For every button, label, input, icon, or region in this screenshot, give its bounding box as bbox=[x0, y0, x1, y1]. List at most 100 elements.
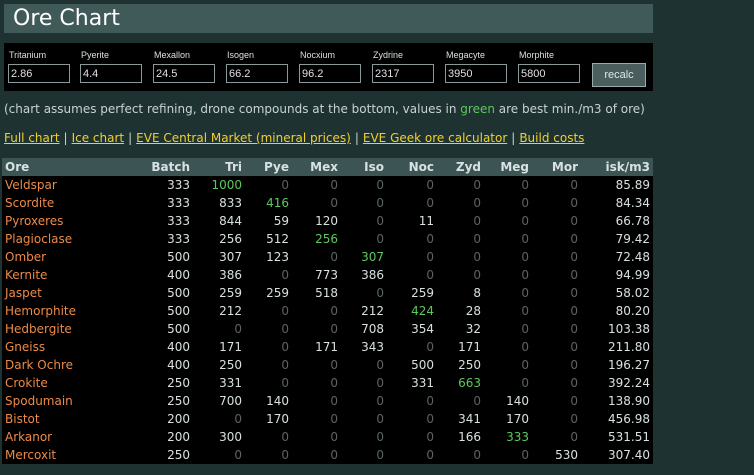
table-cell: 0 bbox=[376, 196, 384, 210]
table-cell: 0 bbox=[570, 358, 578, 372]
price-label: Pyerite bbox=[81, 50, 110, 60]
table-row: Crokite 250 331 0 0 0 331 663 0 0 392.24 bbox=[2, 374, 653, 392]
table-cell: 500 bbox=[167, 250, 190, 264]
table-cell: 0 bbox=[234, 412, 242, 426]
mexallon-price-input[interactable] bbox=[153, 64, 215, 83]
price-field-megacyte: Megacyte bbox=[445, 49, 507, 83]
table-cell: 333 bbox=[167, 178, 190, 192]
ore-name: Hedbergite bbox=[5, 322, 72, 336]
ore-name: Crokite bbox=[5, 376, 48, 390]
table-cell: 0 bbox=[570, 412, 578, 426]
table-cell: 518 bbox=[315, 286, 338, 300]
table-cell: 8 bbox=[473, 286, 481, 300]
table-cell: 0 bbox=[570, 322, 578, 336]
table-row: Spodumain 250 700 140 0 0 0 0 140 0 138.90 bbox=[2, 392, 653, 410]
table-cell: 250 bbox=[167, 394, 190, 408]
table-header-row: Ore Batch Tri Pye Mex Iso Noc Zyd Meg Mor isk/m3 bbox=[2, 158, 653, 176]
table-cell: 170 bbox=[266, 412, 289, 426]
table-row: Hedbergite 500 0 0 0 708 354 32 0 0 103.38 bbox=[2, 320, 653, 338]
table-cell: 416 bbox=[266, 196, 289, 210]
isogen-price-input[interactable] bbox=[226, 64, 288, 83]
tritanium-price-input[interactable] bbox=[8, 64, 70, 83]
table-cell: 0 bbox=[281, 376, 289, 390]
table-cell: 0 bbox=[281, 268, 289, 282]
table-cell: 120 bbox=[315, 214, 338, 228]
table-cell: 66.78 bbox=[615, 214, 650, 228]
full-chart-link[interactable]: Full chart bbox=[4, 131, 60, 145]
morphite-price-input[interactable] bbox=[518, 64, 580, 83]
table-cell: 386 bbox=[219, 268, 242, 282]
column-header: Batch bbox=[122, 158, 193, 176]
price-label: Mexallon bbox=[154, 50, 191, 60]
table-cell: 212 bbox=[361, 304, 384, 318]
table-cell: 300 bbox=[219, 430, 242, 444]
table-cell: 530 bbox=[555, 448, 578, 462]
table-row: Mercoxit 250 0 0 0 0 0 0 0 530 307.40 bbox=[2, 446, 653, 464]
table-cell: 0 bbox=[281, 430, 289, 444]
table-cell: 0 bbox=[570, 196, 578, 210]
table-cell: 0 bbox=[330, 394, 338, 408]
table-cell: 0 bbox=[570, 430, 578, 444]
table-cell: 400 bbox=[167, 340, 190, 354]
price-label: Morphite bbox=[519, 50, 555, 60]
column-header: Meg bbox=[484, 158, 532, 176]
table-cell: 456.98 bbox=[608, 412, 650, 426]
table-cell: 0 bbox=[330, 322, 338, 336]
table-cell: 123 bbox=[266, 250, 289, 264]
table-cell: 0 bbox=[426, 268, 434, 282]
table-row: Plagioclase 333 256 512 256 0 0 0 0 0 79.42 bbox=[2, 230, 653, 248]
table-cell: 0 bbox=[521, 268, 529, 282]
price-field-tritanium: Tritanium bbox=[8, 49, 70, 83]
title-bar: Ore Chart bbox=[4, 4, 653, 33]
table-cell: 0 bbox=[426, 448, 434, 462]
table-cell: 0 bbox=[376, 376, 384, 390]
build-costs-link[interactable]: Build costs bbox=[519, 131, 584, 145]
zydrine-price-input[interactable] bbox=[372, 64, 434, 83]
table-cell: 0 bbox=[281, 304, 289, 318]
table-cell: 0 bbox=[570, 340, 578, 354]
ice-chart-link[interactable]: Ice chart bbox=[72, 131, 125, 145]
table-cell: 196.27 bbox=[608, 358, 650, 372]
recalc-button[interactable]: recalc bbox=[592, 63, 646, 87]
table-cell: 0 bbox=[521, 232, 529, 246]
price-field-morphite: Morphite bbox=[518, 49, 580, 83]
table-cell: 500 bbox=[167, 286, 190, 300]
table-cell: 171 bbox=[458, 340, 481, 354]
table-cell: 11 bbox=[418, 214, 434, 228]
megacyte-price-input[interactable] bbox=[445, 64, 507, 83]
table-cell: 0 bbox=[570, 394, 578, 408]
table-cell: 0 bbox=[473, 196, 481, 210]
pyerite-price-input[interactable] bbox=[80, 64, 142, 83]
table-cell: 333 bbox=[167, 232, 190, 246]
price-label: Megacyte bbox=[446, 50, 486, 60]
table-cell: 256 bbox=[315, 232, 338, 246]
table-row: Kernite 400 386 0 773 386 0 0 0 0 94.99 bbox=[2, 266, 653, 284]
table-cell: 0 bbox=[570, 214, 578, 228]
table-cell: 333 bbox=[506, 430, 529, 444]
table-cell: 0 bbox=[330, 304, 338, 318]
table-cell: 0 bbox=[234, 448, 242, 462]
table-cell: 250 bbox=[458, 358, 481, 372]
ore-name: Bistot bbox=[5, 412, 40, 426]
table-row: Veldspar 333 1000 0 0 0 0 0 0 0 85.89 bbox=[2, 176, 653, 194]
table-cell: 0 bbox=[570, 304, 578, 318]
table-cell: 333 bbox=[167, 214, 190, 228]
table-cell: 307 bbox=[219, 250, 242, 264]
table-cell: 0 bbox=[330, 178, 338, 192]
table-row: Omber 500 307 123 0 307 0 0 0 0 72.48 bbox=[2, 248, 653, 266]
table-cell: 84.34 bbox=[615, 196, 650, 210]
nocxium-price-input[interactable] bbox=[299, 64, 361, 83]
column-header: Pye bbox=[245, 158, 292, 176]
table-cell: 259 bbox=[411, 286, 434, 300]
eve-central-market-link[interactable]: EVE Central Market (mineral prices) bbox=[136, 131, 351, 145]
table-cell: 0 bbox=[376, 394, 384, 408]
table-cell: 138.90 bbox=[608, 394, 650, 408]
table-cell: 140 bbox=[506, 394, 529, 408]
table-cell: 0 bbox=[376, 178, 384, 192]
table-cell: 0 bbox=[376, 286, 384, 300]
table-cell: 0 bbox=[426, 394, 434, 408]
eve-geek-ore-calculator-link[interactable]: EVE Geek ore calculator bbox=[363, 131, 507, 145]
table-row: Scordite 333 833 416 0 0 0 0 0 0 84.34 bbox=[2, 194, 653, 212]
table-cell: 166 bbox=[458, 430, 481, 444]
price-field-pyerite: Pyerite bbox=[80, 49, 142, 83]
